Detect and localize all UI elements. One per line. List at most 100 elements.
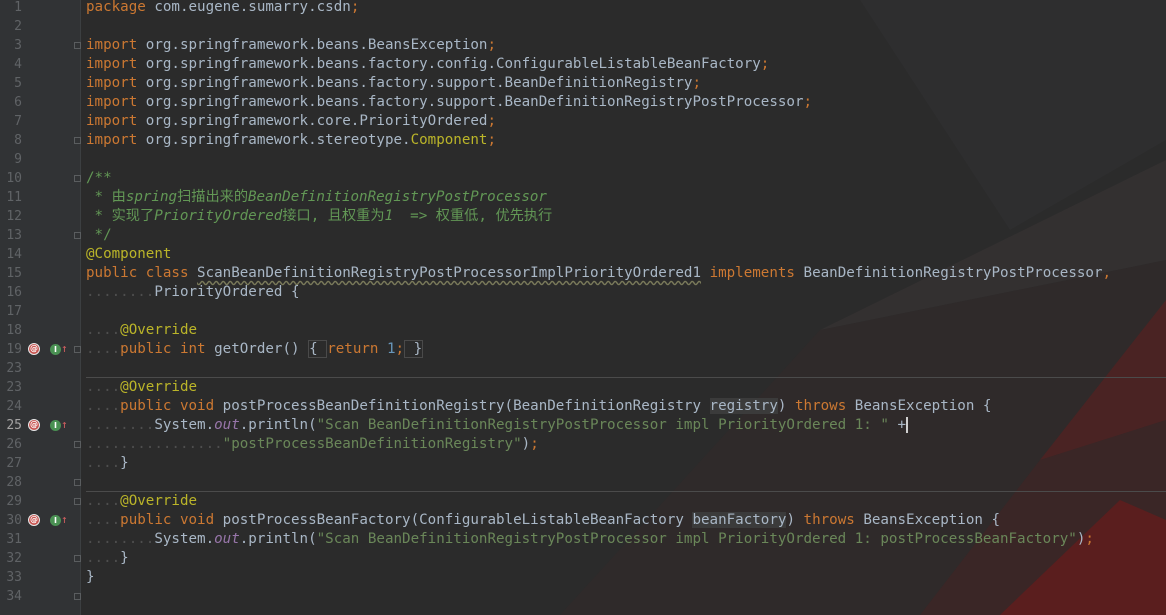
line-number[interactable]: 7 — [0, 112, 22, 131]
code-line[interactable]: import org.springframework.core.Priority… — [86, 112, 496, 131]
code-line[interactable]: import org.springframework.stereotype.Co… — [86, 131, 496, 150]
code-token: import — [86, 37, 146, 53]
line-number[interactable]: 26 — [0, 435, 22, 454]
go-to-super-arrow-icon[interactable]: ↑ — [61, 514, 68, 526]
line-number[interactable]: 27 — [0, 454, 22, 473]
code-token: PriorityOrdered { — [154, 284, 300, 300]
code-line[interactable]: ....public void postProcessBeanDefinitio… — [86, 397, 991, 416]
code-line[interactable]: import org.springframework.beans.factory… — [86, 93, 812, 112]
code-line[interactable]: import org.springframework.beans.factory… — [86, 55, 769, 74]
method-fold-start-icon[interactable] — [74, 441, 81, 448]
code-token: getOrder() — [214, 341, 309, 357]
method-separator — [86, 491, 1166, 492]
method-fold-icon[interactable] — [74, 346, 81, 353]
code-token: @Override — [120, 379, 198, 395]
code-token: Component — [410, 132, 488, 148]
comment-fold-start-icon[interactable] — [74, 175, 81, 182]
code-token: ; — [803, 94, 813, 110]
line-number[interactable]: 11 — [0, 188, 22, 207]
code-line[interactable]: ........System.out.println("Scan BeanDef… — [86, 530, 1094, 549]
code-line[interactable]: ....@Override — [86, 321, 197, 340]
line-number[interactable]: 34 — [0, 587, 22, 606]
code-token: org.springframework.beans.factory.suppor… — [145, 75, 693, 91]
code-token: beanFactory — [692, 512, 787, 528]
line-number[interactable]: 12 — [0, 207, 22, 226]
go-to-super-arrow-icon[interactable]: ↑ — [61, 343, 68, 355]
line-number[interactable]: 15 — [0, 264, 22, 283]
method-fold-end-icon[interactable] — [74, 498, 81, 505]
code-line[interactable]: ....public int getOrder() { return 1; } — [86, 340, 424, 359]
code-line[interactable]: ....public void postProcessBeanFactory(C… — [86, 511, 1000, 530]
line-number[interactable]: 9 — [0, 150, 22, 169]
code-token: org.springframework.stereotype. — [145, 132, 411, 148]
line-number[interactable]: 5 — [0, 74, 22, 93]
code-token: out — [214, 417, 240, 433]
line-number[interactable]: 33 — [0, 568, 22, 587]
implements-marker-icon[interactable]: I — [50, 344, 61, 355]
override-marker-icon[interactable]: @ — [28, 419, 40, 431]
line-number[interactable]: 10 — [0, 169, 22, 188]
code-line[interactable]: ................"postProcessBeanDefiniti… — [86, 435, 539, 454]
line-number[interactable]: 8 — [0, 131, 22, 150]
code-token: ; — [487, 113, 497, 129]
line-number[interactable]: 3 — [0, 36, 22, 55]
code-line[interactable]: import org.springframework.beans.BeansEx… — [86, 36, 496, 55]
line-number[interactable]: 1 — [0, 0, 22, 17]
code-line[interactable]: /** — [86, 169, 112, 188]
code-token: .... — [86, 398, 121, 414]
line-number[interactable]: 18 — [0, 321, 22, 340]
line-number[interactable]: 17 — [0, 302, 22, 321]
line-number[interactable]: 14 — [0, 245, 22, 264]
line-number[interactable]: 23 — [0, 378, 22, 397]
code-line[interactable]: * 由spring扫描出来的BeanDefinitionRegistryPost… — [86, 188, 547, 207]
line-number[interactable]: 19 — [0, 340, 22, 359]
line-number[interactable]: 6 — [0, 93, 22, 112]
code-line[interactable]: ....} — [86, 549, 129, 568]
line-number[interactable]: 4 — [0, 55, 22, 74]
code-line[interactable]: ....} — [86, 454, 129, 473]
method-fold-end-icon[interactable] — [74, 593, 81, 600]
code-line[interactable]: * 实现了PriorityOrdered接口, 且权重为1 => 权重低, 优先… — [86, 207, 553, 226]
statement-fold-icon[interactable] — [74, 479, 81, 486]
import-fold-end-icon[interactable] — [74, 137, 81, 144]
import-fold-start-icon[interactable] — [74, 42, 81, 49]
code-token: * 实现了 — [86, 208, 155, 224]
method-fold-start-icon[interactable] — [74, 555, 81, 562]
code-token: throws — [794, 398, 855, 414]
code-line[interactable]: public class ScanBeanDefinitionRegistryP… — [86, 264, 1111, 283]
line-number[interactable]: 28 — [0, 473, 22, 492]
code-line[interactable]: @Component — [86, 245, 171, 264]
code-line[interactable]: ....@Override — [86, 492, 197, 511]
code-token: postProcessBeanFactory(ConfigurableLista… — [222, 512, 693, 528]
line-number[interactable]: 13 — [0, 226, 22, 245]
comment-fold-end-icon[interactable] — [74, 232, 81, 239]
code-token: .... — [86, 512, 121, 528]
override-marker-icon[interactable]: @ — [28, 343, 40, 355]
code-token: package — [86, 0, 155, 15]
line-number[interactable]: 24 — [0, 397, 22, 416]
code-token: } — [404, 340, 424, 358]
code-token: out — [214, 531, 240, 547]
implements-marker-icon[interactable]: I — [50, 515, 61, 526]
code-line[interactable]: package com.eugene.sumarry.csdn; — [86, 0, 359, 17]
line-number[interactable]: 31 — [0, 530, 22, 549]
override-marker-icon[interactable]: @ — [28, 514, 40, 526]
line-number[interactable]: 32 — [0, 549, 22, 568]
code-line[interactable]: */ — [86, 226, 112, 245]
line-number[interactable]: 2 — [0, 17, 22, 36]
code-line[interactable]: } — [86, 568, 95, 587]
implements-marker-icon[interactable]: I — [50, 420, 61, 431]
line-number[interactable]: 25 — [0, 416, 22, 435]
code-line[interactable]: import org.springframework.beans.factory… — [86, 74, 701, 93]
code-token: ................ — [86, 436, 223, 452]
line-number[interactable]: 30 — [0, 511, 22, 530]
line-number[interactable]: 16 — [0, 283, 22, 302]
line-number[interactable]: 23 — [0, 359, 22, 378]
code-line[interactable]: ....@Override — [86, 378, 197, 397]
code-line[interactable]: ........System.out.println("Scan BeanDef… — [86, 416, 909, 435]
line-number[interactable]: 29 — [0, 492, 22, 511]
code-token: ) — [521, 436, 531, 452]
code-line[interactable]: ........PriorityOrdered { — [86, 283, 300, 302]
go-to-super-arrow-icon[interactable]: ↑ — [61, 419, 68, 431]
code-token: } — [120, 550, 129, 566]
